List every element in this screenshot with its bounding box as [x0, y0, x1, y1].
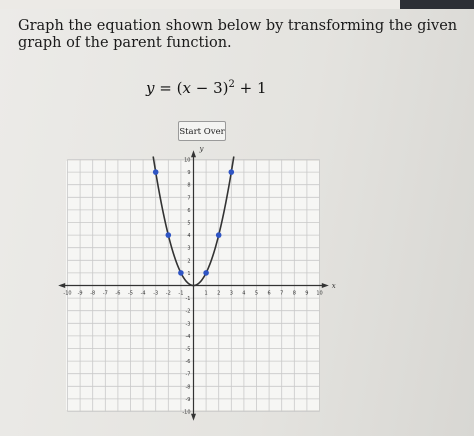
y-tick-label: 4: [187, 233, 190, 239]
y-axis-arrow-down: [191, 413, 196, 421]
plot-point[interactable]: [165, 232, 172, 238]
y-tick-label: 8: [187, 183, 190, 189]
plot-point[interactable]: [178, 270, 184, 276]
y-tick-label: -6: [186, 359, 191, 365]
y-tick-label: -7: [186, 372, 191, 378]
y-tick-label: 1: [187, 271, 190, 277]
y-tick-label: -8: [186, 384, 191, 390]
x-axis-arrow-left: [58, 283, 66, 288]
y-tick-label: -10: [182, 410, 190, 416]
y-tick-label: -3: [186, 321, 191, 327]
y-tick-label: 7: [187, 195, 190, 201]
y-axis-arrow-up: [191, 150, 196, 158]
x-tick-label: 5: [255, 291, 258, 297]
y-tick-label: 9: [187, 170, 190, 176]
y-axis-label: y: [199, 145, 205, 153]
x-tick-label: -7: [103, 291, 108, 297]
x-tick-label: -10: [63, 291, 71, 297]
x-tick-label: 7: [280, 291, 283, 297]
y-tick-label: -5: [186, 347, 191, 353]
y-tick-label: -4: [186, 334, 191, 340]
x-tick-label: 9: [305, 291, 308, 297]
x-tick-label: -2: [166, 291, 171, 297]
y-tick-label: 5: [187, 221, 190, 227]
x-tick-label: -3: [153, 291, 158, 297]
y-tick-label: 6: [187, 208, 190, 214]
plot-point[interactable]: [215, 232, 222, 238]
x-tick-label: -8: [90, 291, 95, 297]
y-tick-label: -9: [186, 397, 191, 403]
plot-point[interactable]: [152, 169, 159, 175]
coordinate-plane[interactable]: -10 -9 -8 -7 -6 -5 -4 -3 -2 -1 1 2 3 4 5 6 7 8 9 10 10 9 8 7 6 5…: [0, 0, 474, 436]
x-axis-label: x: [332, 282, 336, 290]
x-tick-label: -5: [128, 291, 133, 297]
question-page: Graph the equation shown below by transf…: [0, 0, 474, 436]
x-tick-label: -4: [141, 291, 146, 297]
y-tick-label: 3: [187, 246, 190, 252]
plot-point[interactable]: [228, 169, 235, 175]
x-tick-label: 2: [217, 291, 220, 297]
y-tick-label: -1: [186, 296, 191, 302]
x-axis-arrow-right: [321, 283, 329, 288]
y-tick-label: 10: [184, 158, 190, 164]
x-tick-label: -6: [115, 291, 120, 297]
x-tick-label: -1: [178, 291, 183, 297]
plot-point[interactable]: [203, 270, 209, 276]
x-tick-label: 6: [268, 291, 271, 297]
x-tick-label: 10: [316, 291, 322, 297]
y-tick-label: 2: [187, 258, 190, 264]
x-tick-label: -9: [78, 291, 83, 297]
x-tick-label: 4: [242, 291, 245, 297]
y-tick-label: -2: [186, 309, 191, 315]
x-tick-label: 8: [293, 291, 296, 297]
x-tick-label: 1: [205, 291, 208, 297]
x-tick-label: 3: [230, 291, 233, 297]
